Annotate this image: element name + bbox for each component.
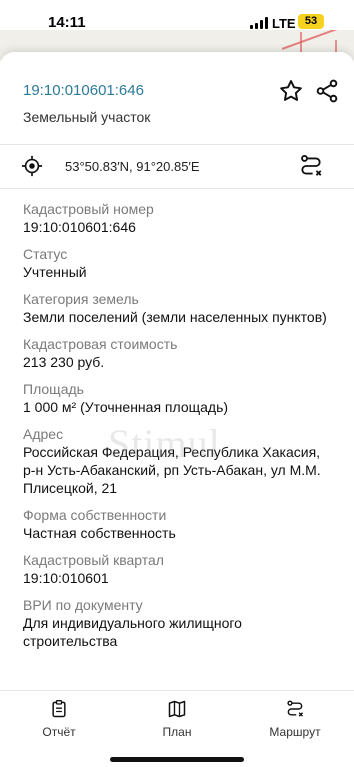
battery-icon: 53 xyxy=(298,14,324,29)
parcel-sheet: 19:10:010601:646 Земельный участок 53°50… xyxy=(0,52,354,767)
field-value: 19:10:010601 xyxy=(23,570,109,586)
field-label: Площадь xyxy=(23,381,84,397)
nav-label: План xyxy=(162,725,192,739)
field-value: 1 000 м² (Уточненная площадь) xyxy=(23,399,229,415)
field-value: Земли поселений (земли населенных пункто… xyxy=(23,309,327,325)
star-icon xyxy=(280,80,302,101)
field-value: Учтенный xyxy=(23,264,87,280)
share-button[interactable] xyxy=(314,78,340,104)
field-label: Категория земель xyxy=(23,291,139,307)
cadastral-number-link[interactable]: 19:10:010601:646 xyxy=(23,82,144,99)
field-land-category: Категория земель Земли поселений (земли … xyxy=(23,290,333,326)
field-value: 19:10:010601:646 xyxy=(23,219,136,235)
network-type: LTE xyxy=(272,16,296,31)
field-permitted-use: ВРИ по документу Для индивидуального жил… xyxy=(23,596,333,650)
field-label: Кадастровый номер xyxy=(23,201,154,217)
route-button[interactable] xyxy=(298,153,324,179)
field-label: Статус xyxy=(23,246,68,262)
nav-report[interactable]: Отчёт xyxy=(19,699,99,739)
field-value: Частная собственность xyxy=(23,525,176,541)
field-label: ВРИ по документу xyxy=(23,597,143,613)
nav-plan[interactable]: План xyxy=(137,699,217,739)
map-icon xyxy=(168,700,186,718)
field-cadastral-quarter: Кадастровый квартал 19:10:010601 xyxy=(23,551,333,587)
field-label: Кадастровая стоимость xyxy=(23,336,178,352)
field-ownership: Форма собственности Частная собственност… xyxy=(23,506,333,542)
home-indicator[interactable] xyxy=(110,757,244,762)
watermark: Stimul xyxy=(108,421,221,466)
signal-icon xyxy=(250,17,268,29)
target-icon xyxy=(21,155,43,177)
report-icon xyxy=(52,700,66,718)
field-value: 213 230 руб. xyxy=(23,354,105,370)
nav-label: Маршрут xyxy=(269,725,321,739)
status-time: 14:11 xyxy=(48,14,86,31)
route-icon xyxy=(287,700,304,717)
object-type: Земельный участок xyxy=(23,109,151,125)
field-area: Площадь 1 000 м² (Уточненная площадь) xyxy=(23,380,333,416)
coordinates-row: 53°50.83′N, 91°20.85′E xyxy=(0,144,354,188)
coordinates-text[interactable]: 53°50.83′N, 91°20.85′E xyxy=(65,159,200,174)
share-icon xyxy=(316,79,338,103)
field-label: Кадастровый квартал xyxy=(23,552,164,568)
locate-button[interactable] xyxy=(21,155,43,177)
field-cadastral-value: Кадастровая стоимость 213 230 руб. xyxy=(23,335,333,371)
bottom-nav: Отчёт План Маршрут xyxy=(0,690,354,767)
nav-label: Отчёт xyxy=(42,725,76,739)
favorite-button[interactable] xyxy=(278,78,304,104)
route-icon xyxy=(301,155,322,176)
field-label: Форма собственности xyxy=(23,507,167,523)
nav-route[interactable]: Маршрут xyxy=(255,699,335,739)
field-cadastral-number: Кадастровый номер 19:10:010601:646 xyxy=(23,200,333,236)
field-status: Статус Учтенный xyxy=(23,245,333,281)
field-value: Для индивидуального жилищного строительс… xyxy=(23,615,242,649)
divider xyxy=(0,188,354,189)
